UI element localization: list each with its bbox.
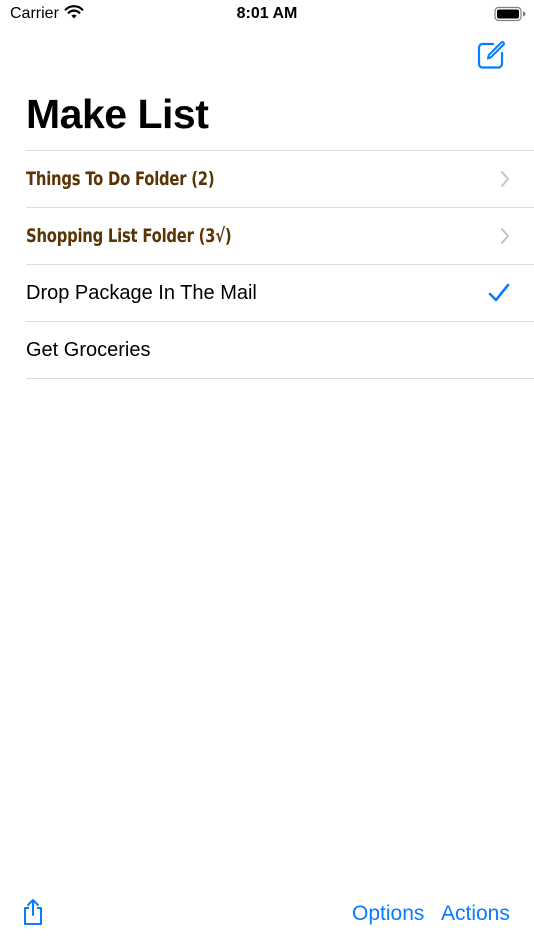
options-button[interactable]: Options <box>352 902 424 926</box>
chevron-right-icon <box>500 227 510 245</box>
status-bar: Carrier 8:01 AM <box>0 0 534 30</box>
clock: 8:01 AM <box>236 5 298 22</box>
chevron-right-icon <box>500 170 510 188</box>
folder-label: Things To Do Folder (2) <box>26 168 215 190</box>
compose-icon[interactable] <box>476 40 506 70</box>
list-item[interactable]: Get Groceries <box>26 322 534 379</box>
battery-icon <box>494 6 526 27</box>
share-icon[interactable] <box>22 898 44 931</box>
item-label: Drop Package In The Mail <box>26 281 257 304</box>
folder-row[interactable]: Shopping List Folder (3√) <box>26 208 534 265</box>
checkmark-icon <box>488 283 510 303</box>
item-label: Get Groceries <box>26 338 151 361</box>
item-list: Things To Do Folder (2) Shopping List Fo… <box>26 150 534 379</box>
actions-button[interactable]: Actions <box>441 902 510 926</box>
bottom-toolbar: Options Actions <box>0 890 534 950</box>
page-title: Make List <box>26 91 209 137</box>
folder-row[interactable]: Things To Do Folder (2) <box>26 151 534 208</box>
folder-label: Shopping List Folder (3√) <box>26 225 232 247</box>
list-item[interactable]: Drop Package In The Mail <box>26 265 534 322</box>
